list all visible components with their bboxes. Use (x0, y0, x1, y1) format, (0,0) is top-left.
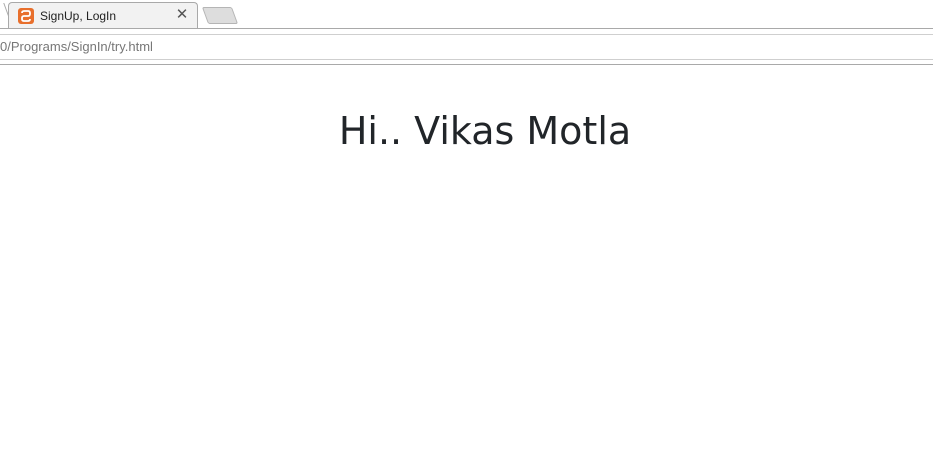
page-heading: Hi.. Vikas Motla (338, 109, 632, 153)
close-tab-icon[interactable]: ✕ (175, 7, 189, 23)
url-text[interactable]: 0/Programs/SignIn/try.html (0, 39, 153, 54)
page-content: Hi.. Vikas Motla (0, 65, 933, 476)
tab-strip: SignUp, LogIn ✕ (0, 0, 933, 31)
tab-title: SignUp, LogIn (40, 9, 117, 23)
new-tab-button[interactable] (201, 7, 239, 24)
tab-signup-login[interactable]: SignUp, LogIn ✕ (8, 2, 198, 29)
browser-toolbar: 0/Programs/SignIn/try.html (0, 29, 933, 63)
xampp-icon (18, 8, 34, 24)
